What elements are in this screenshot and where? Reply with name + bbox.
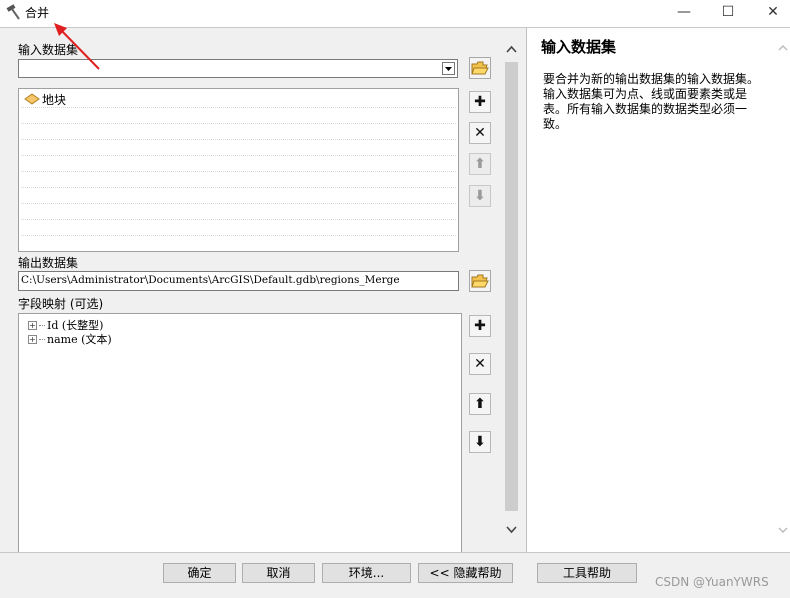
remove-dataset-button[interactable]: ✕	[469, 122, 491, 144]
list-item-label: 地块	[42, 92, 67, 107]
environments-button[interactable]: 环境...	[322, 563, 411, 583]
expand-icon[interactable]: +	[28, 320, 37, 330]
output-dataset-value: C:\Users\Administrator\Documents\ArcGIS\…	[21, 274, 400, 286]
arrow-down-icon: ⬇	[474, 434, 486, 450]
move-field-up-button[interactable]: ⬆	[469, 393, 491, 415]
combobox-dropdown-button[interactable]	[442, 62, 455, 75]
ok-button[interactable]: 确定	[163, 563, 236, 583]
arrow-down-icon: ⬇	[474, 188, 486, 204]
remove-field-button[interactable]: ✕	[469, 353, 491, 375]
list-item[interactable]: 地块	[24, 92, 67, 107]
arrow-up-icon: ⬆	[474, 156, 486, 172]
arrow-up-icon: ⬆	[474, 396, 486, 412]
hammer-icon	[6, 4, 20, 20]
chevron-down-icon	[506, 526, 517, 534]
tree-node[interactable]: + name (文本)	[28, 331, 112, 347]
browse-output-button[interactable]	[469, 270, 491, 292]
move-field-down-button[interactable]: ⬇	[469, 431, 491, 453]
field-mapping-tree[interactable]: + Id (长整型) + name (文本)	[18, 313, 462, 554]
tree-node-label: name (文本)	[47, 333, 112, 346]
maximize-button[interactable]: ☐	[717, 3, 739, 21]
scroll-up-button[interactable]	[504, 42, 519, 57]
hide-help-button[interactable]: << 隐藏帮助	[418, 563, 513, 583]
annotation-arrow-icon	[54, 23, 100, 70]
open-folder-icon	[471, 61, 489, 75]
plus-icon: ✚	[474, 318, 486, 334]
chevron-up-icon	[778, 45, 788, 51]
move-down-button[interactable]: ⬇	[469, 185, 491, 207]
close-icon: ✕	[474, 356, 486, 372]
open-folder-icon	[471, 274, 489, 288]
polygon-layer-icon	[24, 93, 40, 105]
close-button[interactable]: ✕	[762, 3, 784, 21]
help-scroll-down-button[interactable]	[777, 524, 789, 536]
plus-icon: ✚	[474, 94, 486, 110]
expand-icon[interactable]: +	[28, 334, 37, 344]
browse-input-button[interactable]	[469, 57, 491, 79]
chevron-down-icon	[778, 527, 788, 533]
output-dataset-field[interactable]: C:\Users\Administrator\Documents\ArcGIS\…	[18, 271, 459, 291]
watermark: CSDN @YuanYWRS	[655, 575, 769, 589]
close-icon: ✕	[474, 125, 486, 141]
field-mapping-label: 字段映射 (可选)	[18, 297, 104, 311]
help-text: 要合并为新的输出数据集的输入数据集。输入数据集可为点、线或面要素类或是表。所有输…	[543, 72, 760, 131]
move-up-button[interactable]: ⬆	[469, 153, 491, 175]
cancel-button[interactable]: 取消	[242, 563, 315, 583]
input-datasets-list[interactable]: 地块	[18, 88, 459, 252]
scroll-down-button[interactable]	[504, 522, 519, 537]
scrollbar-thumb[interactable]	[505, 62, 518, 511]
chevron-down-icon	[445, 67, 452, 71]
title-bar: 合并 — ☐ ✕	[0, 0, 790, 28]
minimize-button[interactable]: —	[673, 3, 695, 21]
tool-help-button[interactable]: 工具帮助	[537, 563, 637, 583]
help-title: 输入数据集	[541, 38, 617, 56]
help-scroll-up-button[interactable]	[777, 42, 789, 54]
chevron-up-icon	[506, 45, 517, 53]
add-dataset-button[interactable]: ✚	[469, 91, 491, 113]
add-field-button[interactable]: ✚	[469, 315, 491, 337]
output-dataset-label: 输出数据集	[18, 256, 79, 270]
